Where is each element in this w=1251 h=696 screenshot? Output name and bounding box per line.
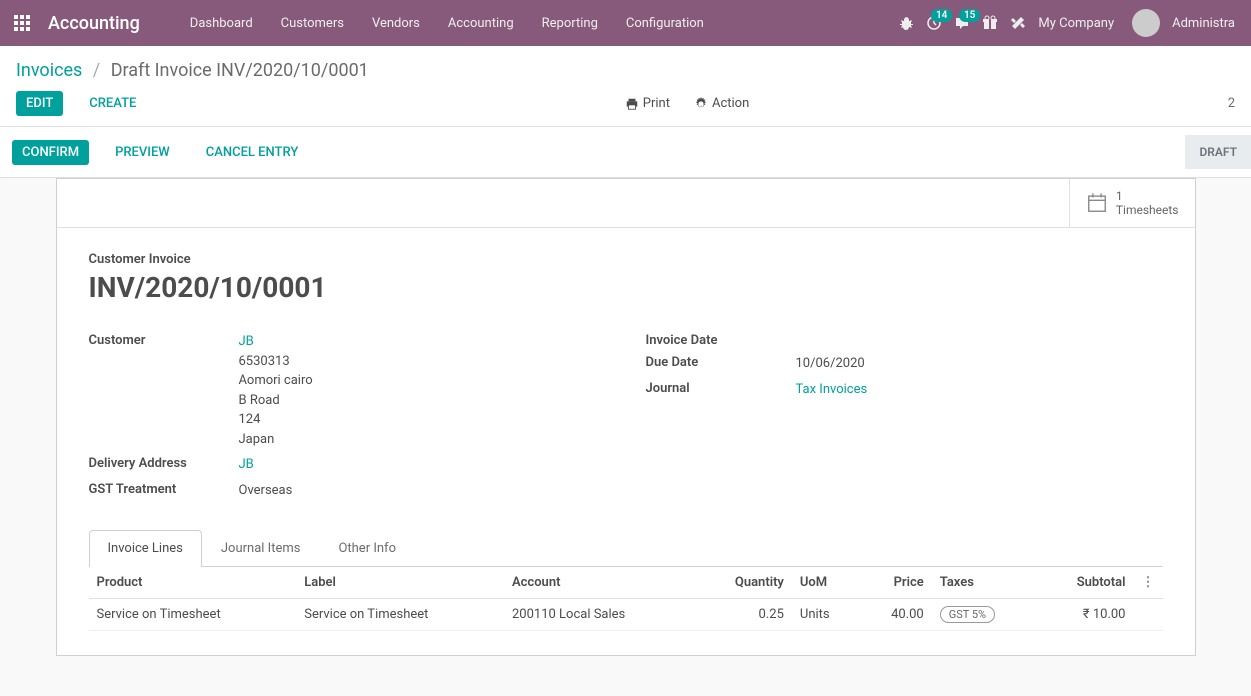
gear-icon [694,97,708,111]
th-subtotal: Subtotal [1037,567,1133,599]
status-badge: DRAFT [1185,135,1251,169]
messages-badge: 15 [959,9,980,22]
doc-title: INV/2020/10/0001 [89,271,1163,304]
systray: 14 15 My Company Administra [898,9,1243,37]
main-menu: Dashboard Customers Vendors Accounting R… [176,2,899,45]
addr-line: 124 [239,412,261,427]
kebab-icon[interactable]: ⋮ [1142,575,1155,590]
menu-reporting[interactable]: Reporting [528,2,612,45]
form-sheet: 1 Timesheets Customer Invoice INV/2020/1… [56,178,1196,656]
tab-invoice-lines[interactable]: Invoice Lines [89,530,202,567]
journal-link[interactable]: Tax Invoices [796,382,868,397]
gift-icon[interactable] [982,15,998,31]
control-panel: Invoices / Draft Invoice INV/2020/10/000… [0,46,1251,127]
gst-value: Overseas [239,481,606,501]
th-qty: Quantity [696,567,792,599]
menu-customers[interactable]: Customers [267,2,358,45]
apps-icon[interactable] [8,9,36,37]
menu-configuration[interactable]: Configuration [612,2,718,45]
cell-subtotal: ₹ 10.00 [1037,599,1133,631]
invoice-date-value [796,332,1163,348]
addr-line: B Road [239,393,280,408]
debug-icon[interactable] [898,15,914,31]
addr-line: Aomori cairo [239,373,313,388]
print-icon [625,97,639,111]
breadcrumb-root[interactable]: Invoices [16,60,82,81]
addr-line: 6530313 [239,354,290,369]
avatar[interactable] [1132,9,1160,37]
breadcrumb-sep: / [93,60,100,81]
stat-label: Timesheets [1116,203,1179,217]
breadcrumb: Invoices / Draft Invoice INV/2020/10/000… [0,46,1251,89]
th-price: Price [860,567,932,599]
th-account: Account [504,567,696,599]
due-date-label: Due Date [646,354,796,374]
journal-label: Journal [646,380,796,400]
user-name[interactable]: Administra [1172,16,1235,31]
preview-button[interactable]: PREVIEW [105,140,180,165]
invoice-date-label: Invoice Date [646,332,796,348]
stat-count: 1 [1116,189,1179,203]
edit-button[interactable]: EDIT [16,91,63,116]
menu-accounting[interactable]: Accounting [434,2,528,45]
app-title[interactable]: Accounting [48,13,140,34]
statusbar: CONFIRM PREVIEW CANCEL ENTRY DRAFT [0,127,1251,178]
activities-icon[interactable]: 14 [926,15,942,31]
table-row[interactable]: Service on Timesheet Service on Timeshee… [89,599,1163,631]
addr-line: Japan [239,432,275,447]
breadcrumb-current: Draft Invoice INV/2020/10/0001 [111,60,369,81]
tax-pill: GST 5% [940,606,995,623]
tab-journal-items[interactable]: Journal Items [202,530,320,566]
th-product: Product [89,567,297,599]
th-label: Label [296,567,504,599]
gst-label: GST Treatment [89,481,239,501]
tabs: Invoice Lines Journal Items Other Info [89,530,1163,567]
button-box: 1 Timesheets [57,179,1195,228]
action-button[interactable]: Action [694,96,749,111]
menu-dashboard[interactable]: Dashboard [176,2,267,45]
customer-label: Customer [89,332,239,449]
invoice-lines-table: Product Label Account Quantity UoM Price… [89,567,1163,631]
pager[interactable]: 2 [1228,96,1235,111]
timesheets-stat-button[interactable]: 1 Timesheets [1069,179,1195,227]
cell-taxes: GST 5% [932,599,1038,631]
cell-price: 40.00 [860,599,932,631]
due-date-value: 10/06/2020 [796,354,1163,374]
activities-badge: 14 [931,9,952,22]
tools-icon[interactable] [1010,15,1026,31]
tab-other-info[interactable]: Other Info [319,530,415,566]
delivery-label: Delivery Address [89,455,239,475]
messages-icon[interactable]: 15 [954,15,970,31]
menu-vendors[interactable]: Vendors [358,2,434,45]
cell-qty: 0.25 [696,599,792,631]
th-taxes: Taxes [932,567,1038,599]
print-button[interactable]: Print [625,96,670,111]
company-switcher[interactable]: My Company [1038,16,1114,31]
customer-link[interactable]: JB [239,334,254,349]
cell-product: Service on Timesheet [89,599,297,631]
cell-label: Service on Timesheet [296,599,504,631]
cell-account: 200110 Local Sales [504,599,696,631]
create-button[interactable]: CREATE [79,91,146,116]
delivery-link[interactable]: JB [239,457,254,472]
calendar-icon [1086,192,1108,214]
cell-uom: Units [792,599,860,631]
th-uom: UoM [792,567,860,599]
cancel-entry-button[interactable]: CANCEL ENTRY [196,140,309,165]
topbar: Accounting Dashboard Customers Vendors A… [0,0,1251,46]
confirm-button[interactable]: CONFIRM [12,140,89,165]
doc-subtitle: Customer Invoice [89,252,1163,267]
